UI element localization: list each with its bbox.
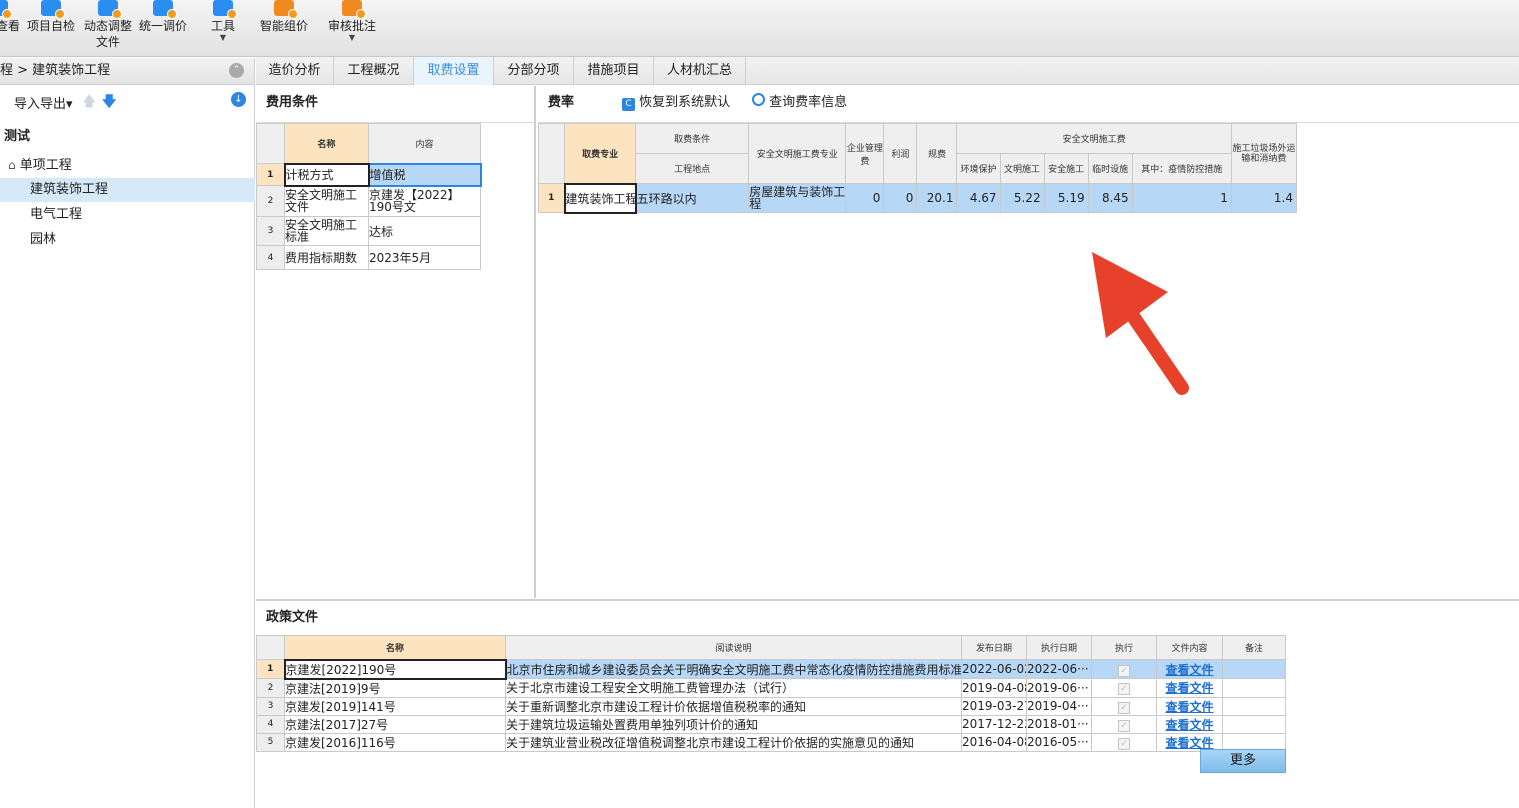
table-row[interactable]: 3 京建发[2019]141号 关于重新调整北京市建设工程计价依据增值税税率的通… xyxy=(256,696,1286,716)
move-up-icon[interactable]: 🡅 xyxy=(82,91,96,115)
tab-sub-items[interactable]: 分部分项 xyxy=(494,57,574,85)
policy-title: 政策文件 xyxy=(266,610,319,625)
check-icon xyxy=(41,0,65,19)
import-export-button[interactable]: 导入导出▾ xyxy=(14,93,73,112)
smart-icon xyxy=(274,0,298,19)
fee-conditions-table: 名称 内容 1 计税方式 增值税 2 安全文明施工文件 京建发【2022】190… xyxy=(256,123,482,270)
tree-item-electrical[interactable]: 电气工程 xyxy=(0,203,255,227)
table-row[interactable]: 3 安全文明施工标准 达标 xyxy=(256,216,481,246)
table-row[interactable]: 1 计税方式 增值税 xyxy=(256,162,482,187)
collapse-icon[interactable]: ⌃ xyxy=(229,63,244,78)
adjust-file-icon xyxy=(98,0,122,19)
table-row[interactable]: 4 费用指标期数 2023年5月 xyxy=(256,245,481,270)
checkbox[interactable]: ✓ xyxy=(1118,719,1130,732)
tree-root[interactable]: 测试 xyxy=(0,125,255,149)
view-file-link[interactable]: 查看文件 xyxy=(1165,663,1213,677)
checkbox[interactable]: ✓ xyxy=(1118,701,1130,714)
price-icon xyxy=(153,0,177,19)
checkbox[interactable]: ✓ xyxy=(1118,737,1130,750)
table-row[interactable]: 5 京建发[2016]116号 关于建筑业营业税改征增值税调整北京市建设工程计价… xyxy=(256,732,1286,752)
smart-price-button[interactable]: 智能组价 xyxy=(258,0,310,56)
view-file-link[interactable]: 查看文件 xyxy=(1165,681,1213,695)
table-row[interactable]: 2 安全文明施工文件 京建发【2022】190号文 xyxy=(256,185,481,217)
table-row[interactable]: 1 建筑装饰工程 五环路以内 房屋建筑与装饰工程 0 0 20.1 4.67 5… xyxy=(537,182,1298,214)
chevron-down-icon: ▼ xyxy=(219,33,227,42)
chevron-down-icon: ▼ xyxy=(348,33,356,42)
tab-labor-material[interactable]: 人材机汇总 xyxy=(654,57,746,85)
move-down-icon[interactable]: 🡇 xyxy=(102,91,116,115)
table-row[interactable]: 4 京建法[2017]27号 关于建筑垃圾运输处置费用单独列项计价的通知 201… xyxy=(256,714,1286,734)
view-file-link[interactable]: 查看文件 xyxy=(1165,700,1213,714)
project-tree-panel: 程 > 建筑装饰工程 ⌃ 导入导出▾ 🡅 🡇 ↓ 测试 ⌂ 单项工程 建筑装饰工… xyxy=(0,58,255,808)
tab-project-overview[interactable]: 工程概况 xyxy=(334,57,414,85)
view-file-link[interactable]: 查看文件 xyxy=(1165,718,1213,732)
tab-cost-analysis[interactable]: 造价分析 xyxy=(256,57,334,85)
home-icon: ⌂ xyxy=(8,158,16,172)
fee-conditions-title: 费用条件 xyxy=(256,86,534,123)
restore-default-button[interactable]: C 恢复到系统默认 xyxy=(622,86,730,120)
tree-item-landscape[interactable]: 园林 xyxy=(0,228,255,252)
policy-table: 名称 阅读说明 发布日期 执行日期 执行 文件内容 备注 1 京建发[2022]… xyxy=(256,635,1286,752)
tab-bar: 造价分析 工程概况 取费设置 分部分项 措施项目 人材机汇总 xyxy=(256,57,1519,85)
tree-item-building[interactable]: 建筑装饰工程 xyxy=(0,178,255,202)
fee-rate-table: 取费专业 取费条件 安全文明施工费专业 企业管理费 利润 规费 安全文明施工费 … xyxy=(537,123,1298,214)
arrow-head xyxy=(1092,252,1168,338)
table-row[interactable]: 1 京建发[2022]190号 北京市住房和城乡建设委员会关于明确安全文明施工费… xyxy=(256,658,1286,680)
import-export-row: 导入导出▾ 🡅 🡇 ↓ xyxy=(0,85,254,117)
view-icon xyxy=(0,0,12,19)
restore-icon: C xyxy=(622,98,635,111)
tab-fee-settings[interactable]: 取费设置 xyxy=(414,57,494,85)
download-icon[interactable]: ↓ xyxy=(231,92,246,107)
dynamic-adjust-button[interactable]: 动态调整 文件 xyxy=(82,0,134,56)
project-check-button[interactable]: 项目自检 xyxy=(26,0,76,56)
checkbox[interactable]: ✓ xyxy=(1118,683,1130,696)
review-icon xyxy=(342,0,366,19)
query-rate-button[interactable]: 查询费率信息 xyxy=(752,86,847,120)
breadcrumb: 程 > 建筑装饰工程 ⌃ xyxy=(0,58,254,85)
more-button[interactable]: 更多 xyxy=(1200,749,1286,773)
fee-conditions-panel: 费用条件 名称 内容 1 计税方式 增值税 2 安全文明施工文件 京建发【202… xyxy=(256,86,536,598)
search-icon xyxy=(752,93,765,106)
tab-measures[interactable]: 措施项目 xyxy=(574,57,654,85)
tools-button[interactable]: 工具 ▼ xyxy=(206,0,240,56)
tools-icon xyxy=(213,0,237,19)
table-row[interactable]: 2 京建法[2019]9号 关于北京市建设工程安全文明施工费管理办法（试行） 2… xyxy=(256,678,1286,698)
review-button[interactable]: 审核批注 ▼ xyxy=(326,0,378,56)
fee-rate-panel: 费率 C 恢复到系统默认 查询费率信息 取费专业 取费条件 安全文明施工费专业 … xyxy=(537,86,1519,598)
view-file-link[interactable]: 查看文件 xyxy=(1165,736,1213,750)
tree-item-single-project[interactable]: ⌂ 单项工程 xyxy=(0,153,255,177)
arrow-shaft xyxy=(1119,299,1189,395)
main-toolbar: 查看 项目自检 动态调整 文件 统一调价 工具 ▼ 智能组价 审核批注 ▼ xyxy=(0,0,1519,57)
policy-panel: 政策文件 名称 阅读说明 发布日期 执行日期 执行 文件内容 备注 1 京建发[… xyxy=(256,599,1519,808)
checkbox[interactable]: ✓ xyxy=(1118,664,1130,677)
fee-rate-header: 费率 C 恢复到系统默认 查询费率信息 xyxy=(538,86,1519,123)
unified-price-button[interactable]: 统一调价 xyxy=(136,0,190,56)
annotation-arrow xyxy=(1092,252,1189,395)
view-button[interactable]: 查看 xyxy=(0,0,22,56)
